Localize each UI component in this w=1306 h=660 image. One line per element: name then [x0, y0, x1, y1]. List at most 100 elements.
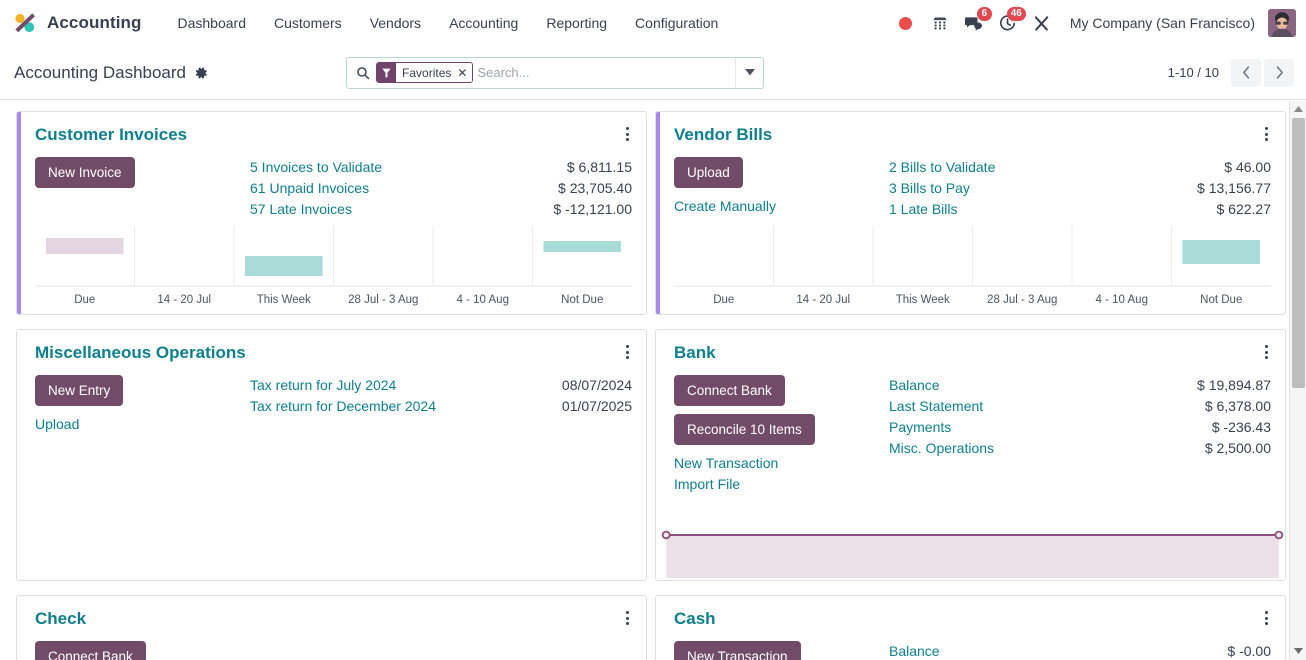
activities-icon[interactable]: 46: [993, 7, 1026, 38]
card-title-check[interactable]: Check: [35, 609, 86, 629]
x-label: Due: [74, 294, 96, 306]
cell-customer-invoices: Customer Invoices New Invoice 5 Invoices…: [16, 111, 655, 329]
stat-row: Balance $ -0.00: [889, 641, 1271, 660]
kebab-menu-icon[interactable]: [623, 125, 632, 143]
search-input[interactable]: [477, 57, 736, 88]
card-actions: Upload Create Manually: [674, 153, 889, 226]
stat-label-bills-to-pay[interactable]: 3 Bills to Pay: [889, 178, 970, 199]
record-dot-icon[interactable]: [891, 8, 921, 38]
card-header: Customer Invoices: [17, 112, 646, 145]
card-body: Connect Bank Reconcile 10 Items New Tran…: [656, 363, 1285, 528]
stat-label-misc-operations[interactable]: Misc. Operations: [889, 438, 994, 459]
kebab-menu-icon[interactable]: [1262, 609, 1271, 627]
card-stats: 2 Bills to Validate $ 46.00 3 Bills to P…: [889, 153, 1271, 226]
x-label: This Week: [895, 294, 950, 306]
card-title-customer-invoices[interactable]: Customer Invoices: [35, 125, 187, 145]
filter-funnel-icon: [377, 63, 397, 82]
card-title-vendor-bills[interactable]: Vendor Bills: [674, 125, 772, 145]
menu-item-customers[interactable]: Customers: [260, 9, 356, 37]
create-manually-link[interactable]: Create Manually: [674, 196, 889, 217]
kebab-menu-icon[interactable]: [1262, 125, 1271, 143]
new-invoice-button[interactable]: New Invoice: [35, 157, 135, 188]
import-file-link[interactable]: Import File: [674, 474, 889, 495]
stat-label-invoices-to-validate[interactable]: 5 Invoices to Validate: [250, 157, 382, 178]
stat-label-late-invoices[interactable]: 57 Late Invoices: [250, 199, 352, 220]
odoo-logo-svg: [15, 13, 35, 33]
scroll-down-arrow-icon[interactable]: [1290, 644, 1306, 658]
search-facet-label: Favorites: [396, 63, 457, 82]
card-header: Cash: [656, 596, 1285, 629]
menu-item-vendors[interactable]: Vendors: [356, 9, 435, 37]
new-entry-button[interactable]: New Entry: [35, 375, 124, 406]
dialpad-icon[interactable]: [925, 8, 955, 38]
stat-label-unpaid-invoices[interactable]: 61 Unpaid Invoices: [250, 178, 369, 199]
new-transaction-link[interactable]: New Transaction: [674, 453, 889, 474]
scroll-up-arrow-icon[interactable]: [1290, 101, 1306, 116]
search-facet-favorites[interactable]: Favorites ✕: [376, 62, 474, 83]
kebab-menu-icon[interactable]: [623, 609, 632, 627]
card-miscellaneous-operations: Miscellaneous Operations New Entry Uploa…: [16, 329, 647, 581]
scrollbar-thumb[interactable]: [1292, 118, 1305, 388]
kebab-menu-icon[interactable]: [623, 343, 632, 361]
stat-label-cash-balance[interactable]: Balance: [889, 641, 940, 660]
stat-label-tax-return-july[interactable]: Tax return for July 2024: [250, 375, 396, 396]
stat-value-misc-operations: $ 2,500.00: [1204, 440, 1271, 456]
reconcile-items-button[interactable]: Reconcile 10 Items: [674, 414, 815, 445]
company-selector[interactable]: My Company (San Francisco): [1061, 15, 1264, 31]
card-header: Miscellaneous Operations: [17, 330, 646, 363]
card-actions: New Transaction: [674, 637, 889, 660]
search-icon: [347, 66, 376, 80]
vendor-bills-bar-chart[interactable]: [656, 226, 1285, 294]
card-body: New Entry Upload Tax return for July 202…: [17, 363, 646, 580]
stat-label-payments[interactable]: Payments: [889, 417, 951, 438]
stat-row: 3 Bills to Pay $ 13,156.77: [889, 178, 1271, 199]
pager-next-button[interactable]: [1264, 58, 1294, 87]
customer-invoices-bar-chart[interactable]: [17, 226, 646, 294]
stat-label-late-bills[interactable]: 1 Late Bills: [889, 199, 957, 220]
stat-row: Misc. Operations $ 2,500.00: [889, 438, 1271, 459]
wrench-tools-icon[interactable]: [1027, 8, 1057, 38]
connect-bank-button-check[interactable]: Connect Bank: [35, 641, 146, 660]
main-menu: Dashboard Customers Vendors Accounting R…: [164, 9, 733, 37]
x-label: 14 - 20 Jul: [796, 294, 851, 306]
gear-icon[interactable]: [194, 66, 208, 80]
upload-button[interactable]: Upload: [674, 157, 743, 188]
stat-row: 61 Unpaid Invoices $ 23,705.40: [250, 178, 632, 199]
chevron-down-icon[interactable]: [735, 57, 763, 88]
card-title-bank[interactable]: Bank: [674, 343, 716, 363]
journal-card-grid: Customer Invoices New Invoice 5 Invoices…: [0, 101, 1306, 660]
card-bank: Bank Connect Bank Reconcile 10 Items New…: [655, 329, 1286, 581]
brand-label: Accounting: [47, 13, 142, 32]
activities-badge: 46: [1006, 7, 1026, 21]
new-transaction-button-cash[interactable]: New Transaction: [674, 641, 801, 660]
card-title-miscellaneous-operations[interactable]: Miscellaneous Operations: [35, 343, 246, 363]
app-brand[interactable]: Accounting: [12, 10, 142, 36]
stat-label-bills-to-validate[interactable]: 2 Bills to Validate: [889, 157, 995, 178]
pager-previous-button[interactable]: [1231, 58, 1261, 87]
page-title: Accounting Dashboard: [14, 62, 187, 82]
connect-bank-button[interactable]: Connect Bank: [674, 375, 785, 406]
card-body: New Invoice 5 Invoices to Validate $ 6,8…: [17, 145, 646, 226]
upload-link[interactable]: Upload: [35, 414, 250, 435]
vertical-scrollbar[interactable]: [1289, 101, 1306, 660]
stat-value-tax-return-july: 08/07/2024: [561, 377, 632, 393]
cell-miscellaneous-operations: Miscellaneous Operations New Entry Uploa…: [16, 329, 655, 595]
stat-value-payments: $ -236.43: [1211, 419, 1271, 435]
close-x-icon[interactable]: ✕: [456, 63, 473, 82]
stat-label-balance[interactable]: Balance: [889, 375, 940, 396]
card-title-cash[interactable]: Cash: [674, 609, 716, 629]
menu-item-configuration[interactable]: Configuration: [621, 9, 732, 37]
stat-row: 1 Late Bills $ 622.27: [889, 199, 1271, 220]
menu-item-reporting[interactable]: Reporting: [532, 9, 621, 37]
search-view[interactable]: Favorites ✕: [346, 56, 765, 89]
kebab-menu-icon[interactable]: [1262, 343, 1271, 361]
stat-row: 57 Late Invoices $ -12,121.00: [250, 199, 632, 220]
vendor-bills-x-labels: Due 14 - 20 Jul This Week 28 Jul - 3 Aug…: [656, 294, 1285, 314]
menu-item-dashboard[interactable]: Dashboard: [164, 9, 261, 37]
stat-label-last-statement[interactable]: Last Statement: [889, 396, 983, 417]
messages-icon[interactable]: 6: [959, 7, 992, 38]
user-avatar[interactable]: [1268, 9, 1296, 37]
stat-label-tax-return-december[interactable]: Tax return for December 2024: [250, 396, 436, 417]
menu-item-accounting[interactable]: Accounting: [435, 9, 532, 37]
bank-balance-area-chart[interactable]: [656, 528, 1285, 580]
